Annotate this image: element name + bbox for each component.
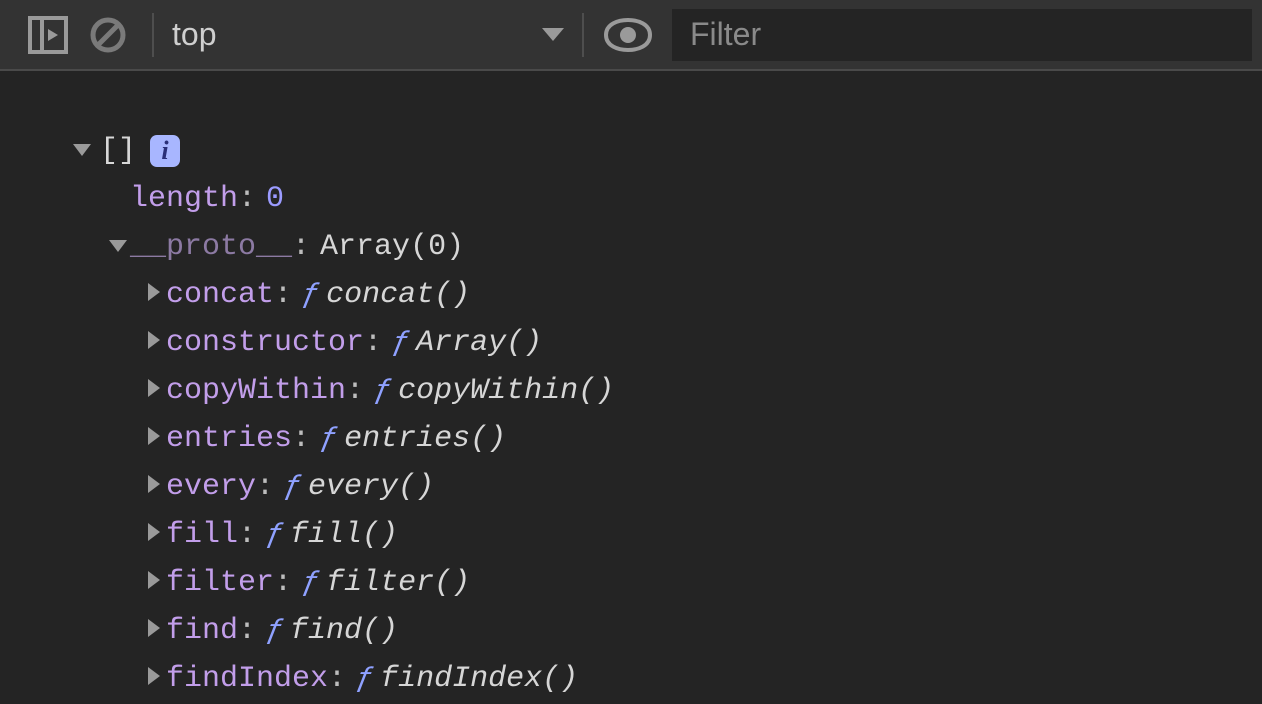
function-symbol: ƒ [266, 511, 284, 559]
expand-arrow-icon[interactable] [142, 559, 166, 607]
expand-arrow-icon[interactable] [142, 367, 166, 415]
function-symbol: ƒ [284, 463, 302, 511]
property-row[interactable]: constructor:ƒArray() [70, 319, 1262, 367]
property-name: findIndex [166, 655, 328, 703]
toggle-console-sidebar-icon[interactable] [18, 0, 78, 70]
function-name: copyWithin() [398, 367, 614, 415]
property-row[interactable]: find:ƒfind() [70, 607, 1262, 655]
function-symbol: ƒ [374, 367, 392, 415]
property-row[interactable]: concat:ƒconcat() [70, 271, 1262, 319]
expand-arrow-icon[interactable] [70, 127, 94, 175]
info-badge-icon[interactable]: i [150, 135, 180, 167]
expand-arrow-icon[interactable] [142, 271, 166, 319]
property-row[interactable]: copyWithin:ƒcopyWithin() [70, 367, 1262, 415]
expand-arrow-icon[interactable] [142, 607, 166, 655]
object-preview: [] [100, 127, 136, 175]
expand-arrow-icon[interactable] [106, 223, 130, 271]
execution-context-label: top [168, 16, 216, 53]
live-expression-icon[interactable] [598, 0, 658, 70]
function-name: fill() [290, 511, 398, 559]
function-name: filter() [326, 559, 470, 607]
clear-console-icon[interactable] [78, 0, 138, 70]
property-value: 0 [266, 175, 284, 223]
colon: : [346, 367, 364, 415]
property-row-proto[interactable]: __proto__: Array(0) [70, 223, 1262, 271]
proto-items-list: concat:ƒconcat()constructor:ƒArray()copy… [70, 271, 1262, 703]
property-name: __proto__ [130, 223, 292, 271]
expand-arrow-icon[interactable] [142, 319, 166, 367]
toolbar-divider [582, 13, 584, 57]
colon: : [364, 319, 382, 367]
property-name: entries [166, 415, 292, 463]
property-name: fill [166, 511, 238, 559]
function-name: Array() [416, 319, 542, 367]
filter-field-wrapper [672, 9, 1252, 61]
toolbar-divider [152, 13, 154, 57]
function-name: entries() [344, 415, 506, 463]
property-row[interactable]: filter:ƒfilter() [70, 559, 1262, 607]
colon: : [256, 463, 274, 511]
function-name: concat() [326, 271, 470, 319]
property-name: filter [166, 559, 274, 607]
property-name: constructor [166, 319, 364, 367]
function-name: findIndex() [380, 655, 578, 703]
expand-arrow-icon[interactable] [142, 415, 166, 463]
property-name: concat [166, 271, 274, 319]
property-row[interactable]: findIndex:ƒfindIndex() [70, 655, 1262, 703]
property-row[interactable]: every:ƒevery() [70, 463, 1262, 511]
object-root-row[interactable]: [] i [70, 127, 1262, 175]
filter-input[interactable] [672, 16, 1252, 53]
function-symbol: ƒ [392, 319, 410, 367]
colon: : [292, 415, 310, 463]
property-name: copyWithin [166, 367, 346, 415]
property-row[interactable]: entries:ƒentries() [70, 415, 1262, 463]
function-name: every() [308, 463, 434, 511]
colon: : [328, 655, 346, 703]
expand-arrow-icon[interactable] [142, 511, 166, 559]
property-name: every [166, 463, 256, 511]
execution-context-selector[interactable]: top [168, 0, 568, 70]
function-symbol: ƒ [302, 559, 320, 607]
function-symbol: ƒ [356, 655, 374, 703]
function-name: find() [290, 607, 398, 655]
property-name: length [130, 175, 238, 223]
colon: : [238, 511, 256, 559]
property-row[interactable]: fill:ƒfill() [70, 511, 1262, 559]
colon: : [238, 607, 256, 655]
colon: : [274, 559, 292, 607]
function-symbol: ƒ [266, 607, 284, 655]
property-row-length[interactable]: length: 0 [70, 175, 1262, 223]
console-output: [] i length: 0 __proto__: Array(0) conca… [0, 71, 1262, 703]
expand-arrow-icon[interactable] [142, 655, 166, 703]
function-symbol: ƒ [320, 415, 338, 463]
property-name: find [166, 607, 238, 655]
property-value: Array(0) [320, 223, 464, 271]
console-toolbar: top [0, 0, 1262, 71]
chevron-down-icon [542, 28, 564, 41]
expand-arrow-icon[interactable] [142, 463, 166, 511]
function-symbol: ƒ [302, 271, 320, 319]
colon: : [274, 271, 292, 319]
